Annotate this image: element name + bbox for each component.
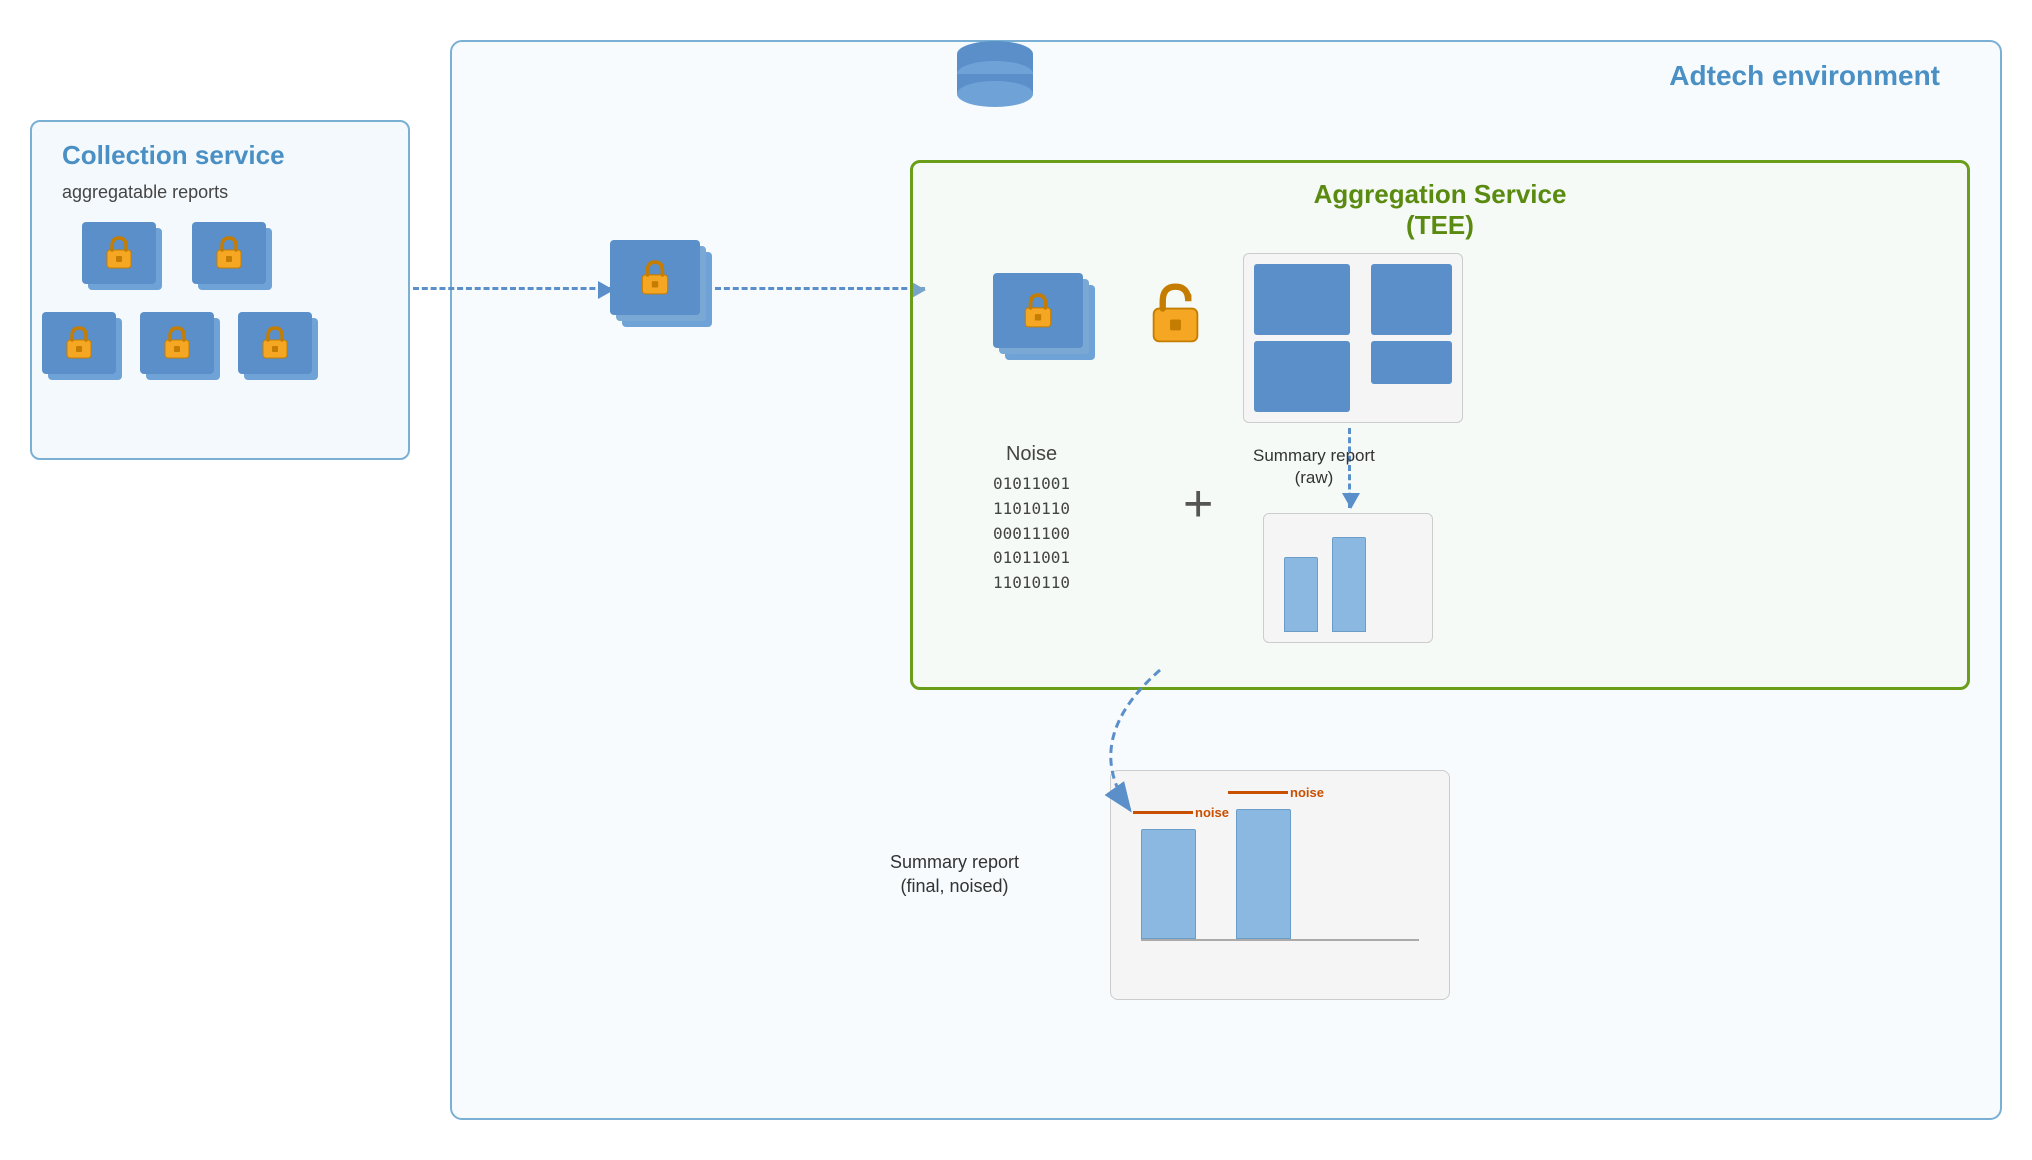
collection-doc-4 xyxy=(140,312,220,380)
final-bar-1-fill xyxy=(1141,829,1196,939)
summary-report-final-label-block: Summary report (final, noised) xyxy=(890,850,1019,899)
agg-service-title: Aggregation Service xyxy=(1314,179,1567,210)
lock-icon xyxy=(260,326,290,360)
arrow-middle-to-agg xyxy=(715,287,925,290)
collection-service-title: Collection service xyxy=(62,140,285,171)
raw-bar-chart-card xyxy=(1263,513,1433,643)
diagram-container: Adtech environment Collection service ag… xyxy=(30,40,2002,1120)
noise-binary: 01011001 11010110 00011100 01011001 1101… xyxy=(993,472,1070,596)
summary-report-final-sub: (final, noised) xyxy=(890,874,1019,898)
summary-report-raw-label-block: Summary report (raw) xyxy=(1253,445,1375,489)
summary-report-final-label: Summary report xyxy=(890,850,1019,874)
lock-icon xyxy=(162,326,192,360)
collection-doc-1 xyxy=(82,222,162,290)
summary-report-raw-label: Summary report xyxy=(1253,445,1375,467)
lock-icon xyxy=(64,326,94,360)
agg-service-box: Aggregation Service (TEE) xyxy=(910,160,1970,690)
lock-icon xyxy=(104,236,134,270)
adtech-env-title: Adtech environment xyxy=(1669,60,1940,92)
collection-doc-3 xyxy=(42,312,122,380)
final-bar-1: noise xyxy=(1141,829,1196,939)
agg-service-title-block: Aggregation Service (TEE) xyxy=(1314,179,1567,241)
noise-section: Noise 01011001 11010110 00011100 0101100… xyxy=(993,443,1070,596)
collection-docs-row2 xyxy=(42,312,318,380)
lock-icon xyxy=(214,236,244,270)
database-icon xyxy=(950,40,1040,120)
collection-service-subtitle: aggregatable reports xyxy=(62,182,228,203)
agg-service-subtitle: (TEE) xyxy=(1314,210,1567,241)
collection-doc-2 xyxy=(192,222,272,290)
noise-label: Noise xyxy=(993,443,1070,466)
plus-symbol: + xyxy=(1183,478,1213,530)
summary-report-raw-sub: (raw) xyxy=(1253,467,1375,489)
unlock-icon xyxy=(1148,283,1203,345)
arrow-collection-to-middle xyxy=(413,287,613,290)
collection-service-box: Collection service aggregatable reports xyxy=(30,120,410,460)
lock-icon xyxy=(639,260,671,296)
collection-doc-5 xyxy=(238,312,318,380)
lock-icon xyxy=(1022,293,1054,329)
grid-report-card xyxy=(1243,253,1463,423)
database-icon-container xyxy=(950,40,1040,125)
unlock-icon-container xyxy=(1148,283,1203,350)
collection-docs-row1 xyxy=(82,222,272,290)
curved-arrow-svg xyxy=(1030,660,1430,840)
